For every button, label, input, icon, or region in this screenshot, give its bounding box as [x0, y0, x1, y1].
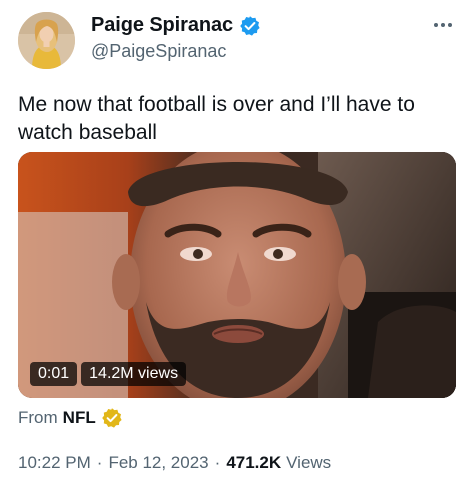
separator: ·: [96, 453, 103, 472]
separator: ·: [214, 453, 221, 472]
source-from-label: From: [18, 408, 58, 427]
views-label: Views: [286, 453, 332, 472]
name-row: Paige Spiranac: [91, 14, 261, 37]
tweet-card: Paige Spiranac @PaigeSpiranac Me now tha…: [0, 0, 474, 490]
tweet-date[interactable]: Feb 12, 2023: [108, 453, 208, 473]
dot: [448, 23, 452, 27]
tweet-meta: 10:22 PM · Feb 12, 2023 · 471.2K Views: [18, 453, 331, 473]
video-badges: 0:01 14.2M views: [30, 362, 187, 386]
avatar[interactable]: [18, 12, 75, 69]
avatar-image: [18, 12, 75, 69]
source-name-link[interactable]: NFL: [63, 408, 96, 428]
video-duration-badge: 0:01: [30, 362, 78, 386]
handle[interactable]: @PaigeSpiranac: [91, 41, 226, 62]
video-source: From NFL: [18, 407, 123, 429]
video-player[interactable]: 0:01 14.2M views: [18, 152, 456, 398]
more-options-icon[interactable]: [428, 14, 458, 36]
tweet-time[interactable]: 10:22 PM: [18, 453, 91, 473]
gold-verified-check-icon: [101, 407, 123, 429]
dot: [441, 23, 445, 27]
views-count: 471.2K: [226, 453, 282, 472]
video-views-badge: 14.2M views: [81, 362, 187, 386]
display-name[interactable]: Paige Spiranac: [91, 14, 233, 37]
dot: [434, 23, 438, 27]
tweet-text: Me now that football is over and I’ll ha…: [18, 93, 415, 144]
blue-verified-check-icon: [239, 15, 261, 37]
